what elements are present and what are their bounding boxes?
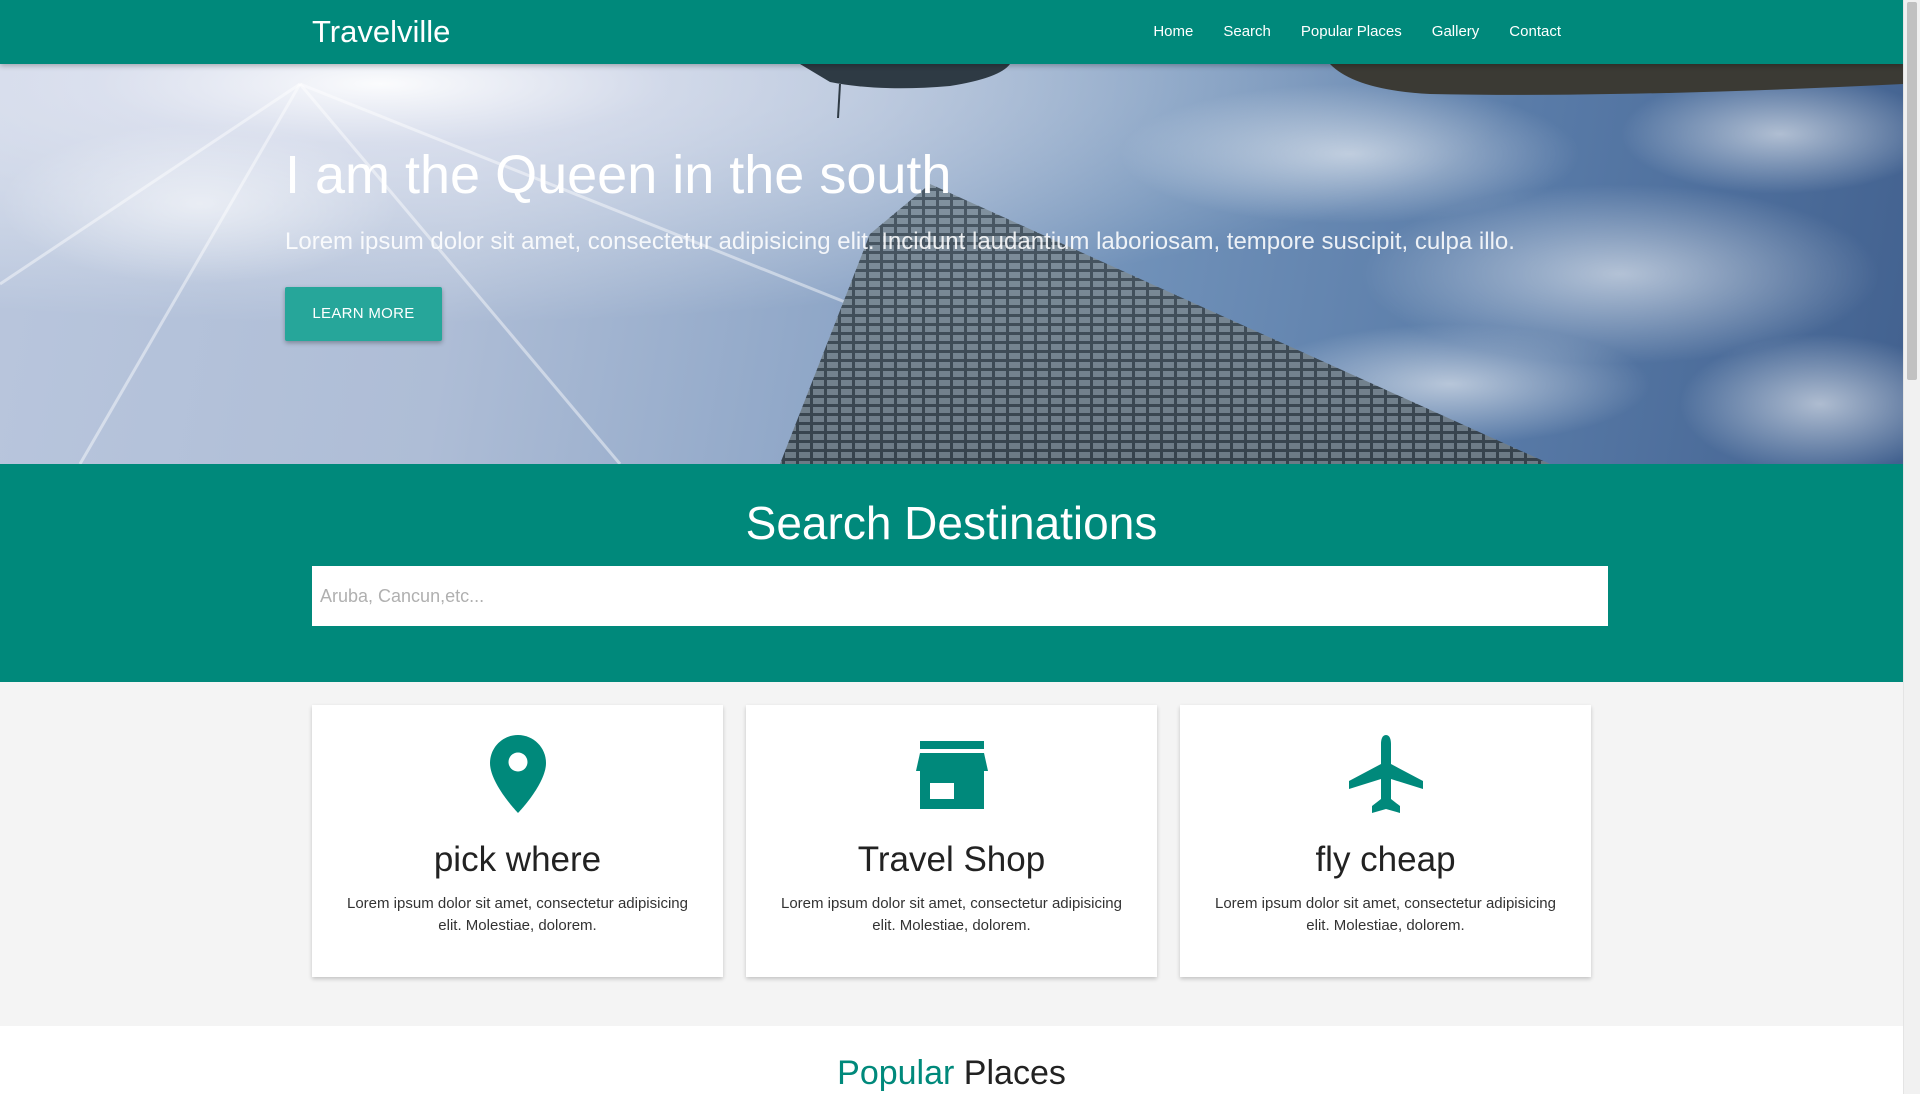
scrollbar-thumb[interactable]: [1907, 2, 1917, 380]
nav-item-search[interactable]: Search: [1208, 0, 1286, 64]
airplane-icon: [1180, 735, 1591, 815]
store-icon: [746, 735, 1157, 815]
learn-more-button[interactable]: LEARN MORE: [285, 287, 442, 341]
popular-title-rest: Places: [963, 1054, 1066, 1092]
feature-text: Lorem ipsum dolor sit amet, consectetur …: [1215, 895, 1556, 934]
feature-title: pick where: [433, 840, 602, 879]
hero-subtitle: Lorem ipsum dolor sit amet, consectetur …: [285, 228, 1515, 255]
popular-places-section: Popular Places: [0, 1026, 1903, 1094]
feature-card-pick-where: pick where Lorem ipsum dolor sit amet, c…: [312, 705, 723, 977]
feature-title: fly cheap: [1315, 840, 1456, 879]
nav-item-popular-places[interactable]: Popular Places: [1286, 0, 1417, 64]
nav-item-contact[interactable]: Contact: [1494, 0, 1576, 64]
hero-title: I am the Queen in the south: [285, 145, 952, 205]
feature-card-travel-shop: Travel Shop Lorem ipsum dolor sit amet, …: [746, 705, 1157, 977]
nav-links: Home Search Popular Places Gallery Conta…: [1138, 0, 1576, 64]
page: Travelville Home Search Popular Places G…: [0, 0, 1903, 1094]
search-input[interactable]: [312, 566, 1608, 626]
search-title: Search Destinations: [745, 497, 1158, 549]
popular-places-title: Popular Places: [0, 1054, 1903, 1093]
nav-item-gallery[interactable]: Gallery: [1417, 0, 1495, 64]
navbar: Travelville Home Search Popular Places G…: [0, 0, 1903, 64]
feature-card-fly-cheap: fly cheap Lorem ipsum dolor sit amet, co…: [1180, 705, 1591, 977]
hero-background-image: [0, 64, 1903, 464]
brand-logo[interactable]: Travelville: [312, 0, 450, 64]
nav-item-home[interactable]: Home: [1138, 0, 1208, 64]
search-section: Search Destinations: [0, 464, 1903, 682]
hero-banner: I am the Queen in the south Lorem ipsum …: [0, 64, 1903, 464]
feature-title: Travel Shop: [857, 840, 1046, 879]
vertical-scrollbar[interactable]: [1903, 0, 1920, 1094]
popular-title-accent: Popular: [837, 1054, 955, 1092]
location-pin-icon: [312, 735, 723, 815]
feature-text: Lorem ipsum dolor sit amet, consectetur …: [347, 895, 688, 934]
feature-text: Lorem ipsum dolor sit amet, consectetur …: [781, 895, 1122, 934]
